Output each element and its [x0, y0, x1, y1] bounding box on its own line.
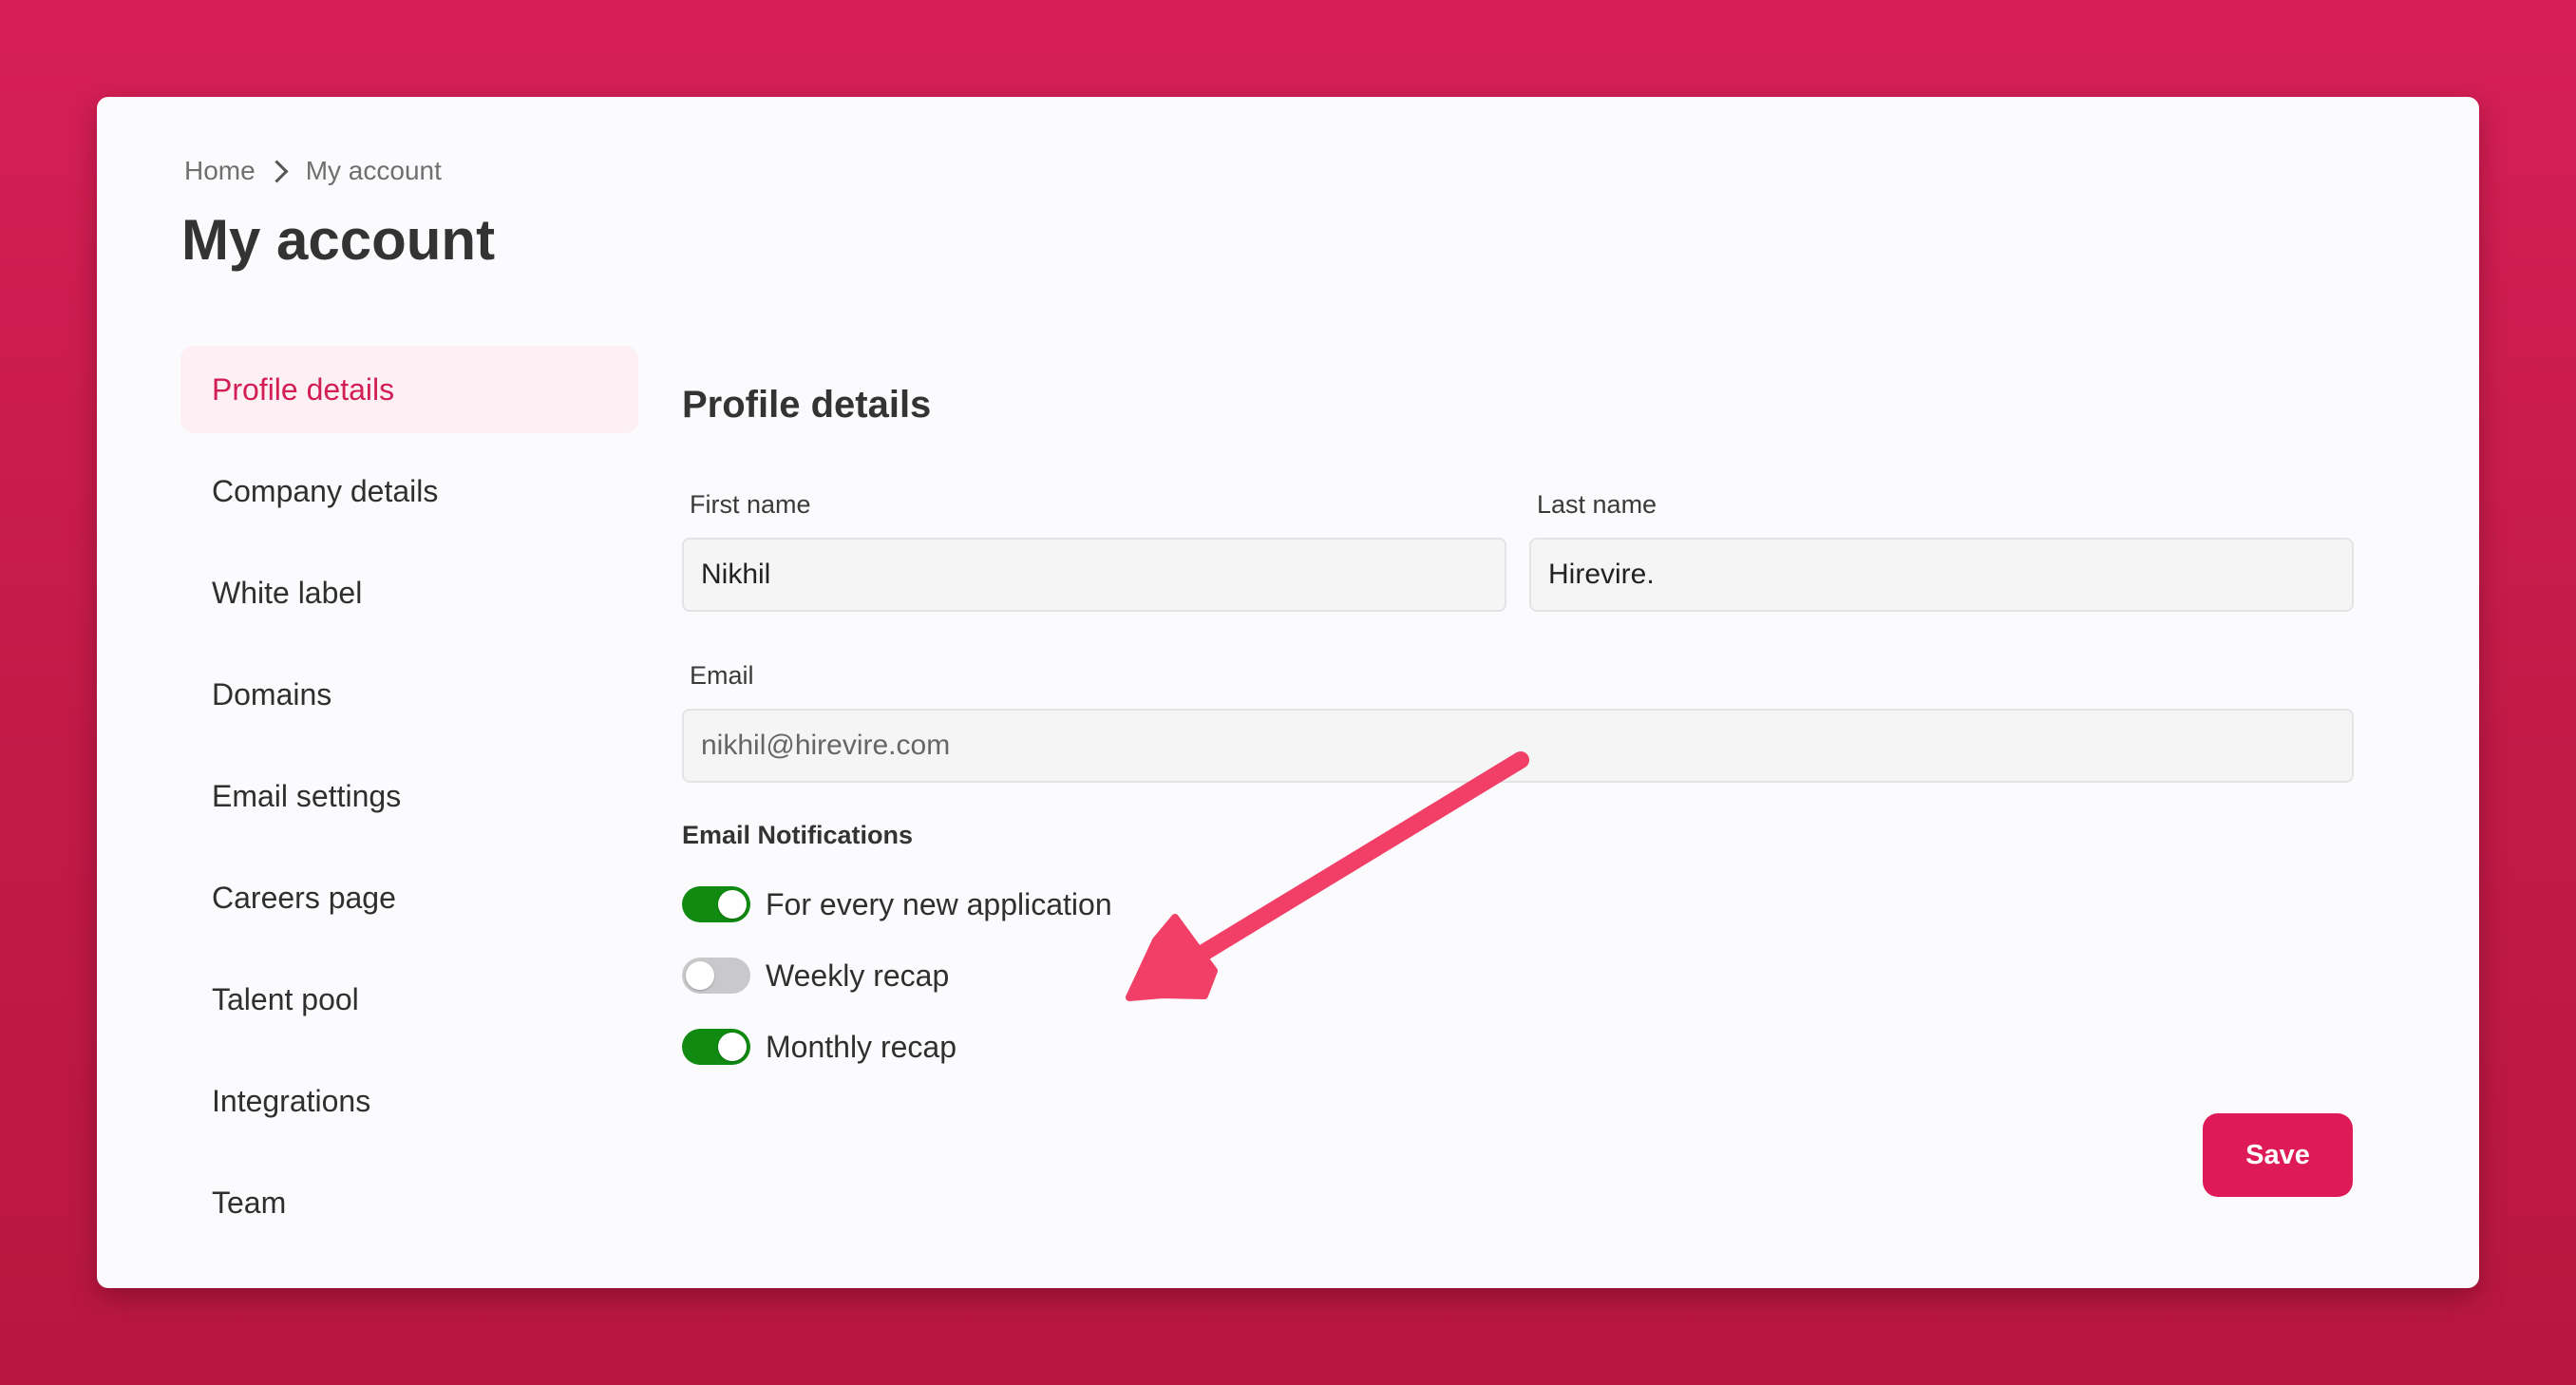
account-settings-card: Home My account My account Profile detai…	[97, 97, 2479, 1288]
breadcrumb-current: My account	[305, 156, 442, 185]
sidebar-item-company-details[interactable]: Company details	[180, 447, 638, 535]
new-application-label: For every new application	[766, 886, 1112, 921]
toggle-knob	[718, 1033, 747, 1061]
sidebar-item-white-label[interactable]: White label	[180, 549, 638, 636]
breadcrumb: Home My account	[184, 154, 442, 188]
sidebar-item-integrations[interactable]: Integrations	[180, 1057, 638, 1145]
first-name-label: First name	[690, 490, 811, 519]
arrow-head	[1126, 914, 1218, 1001]
weekly-recap-label: Weekly recap	[766, 958, 950, 993]
new-application-toggle[interactable]	[682, 886, 750, 922]
toggle-knob	[718, 890, 747, 919]
chevron-right-icon	[265, 159, 289, 183]
weekly-recap-toggle[interactable]	[682, 958, 750, 994]
sidebar-item-domains[interactable]: Domains	[180, 651, 638, 738]
notification-row-new-application: For every new application	[682, 885, 1112, 923]
notification-row-weekly-recap: Weekly recap	[682, 957, 949, 995]
arrow-shaft	[1195, 751, 1529, 961]
monthly-recap-label: Monthly recap	[766, 1029, 957, 1064]
settings-sidebar: Profile details Company details White la…	[180, 346, 638, 1261]
breadcrumb-home-link[interactable]: Home	[184, 156, 256, 186]
toggle-knob	[686, 961, 714, 990]
monthly-recap-toggle[interactable]	[682, 1029, 750, 1065]
page-title: My account	[181, 208, 496, 272]
sidebar-item-email-settings[interactable]: Email settings	[180, 752, 638, 840]
sidebar-item-careers-page[interactable]: Careers page	[180, 854, 638, 941]
sidebar-item-talent-pool[interactable]: Talent pool	[180, 956, 638, 1043]
email-field[interactable]	[682, 709, 2354, 783]
first-name-field[interactable]	[682, 538, 1506, 612]
email-notifications-heading: Email Notifications	[682, 821, 914, 849]
last-name-label: Last name	[1537, 490, 1657, 519]
last-name-field[interactable]	[1529, 538, 2354, 612]
save-button[interactable]: Save	[2203, 1113, 2353, 1197]
sidebar-item-team[interactable]: Team	[180, 1159, 638, 1246]
notification-row-monthly-recap: Monthly recap	[682, 1028, 957, 1066]
section-title: Profile details	[682, 384, 932, 426]
sidebar-item-profile-details[interactable]: Profile details	[180, 346, 638, 433]
email-label: Email	[690, 661, 754, 690]
